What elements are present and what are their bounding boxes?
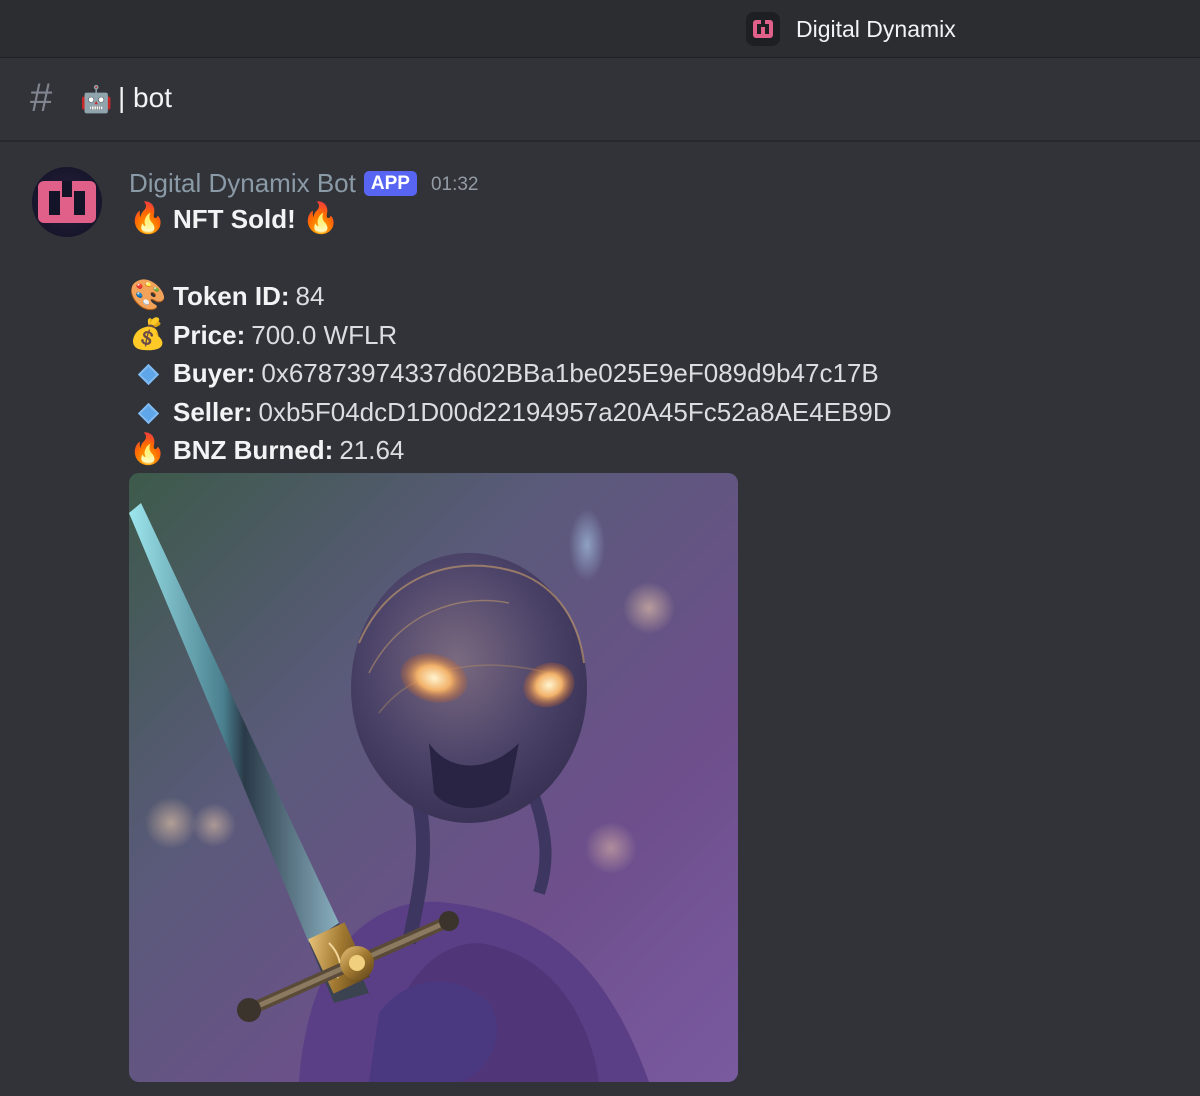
app-badge: APP bbox=[363, 170, 417, 196]
robot-emoji-icon: 🤖 bbox=[80, 84, 113, 114]
field-value: 21.64 bbox=[339, 435, 405, 465]
field-value: 84 bbox=[295, 281, 325, 311]
headline: 🔥 NFT Sold! 🔥 bbox=[129, 200, 1169, 239]
nft-image[interactable] bbox=[129, 473, 738, 1082]
server-header[interactable]: Digital Dynamix bbox=[746, 12, 956, 46]
field-token-id: 🎨 Token ID: 84 bbox=[129, 277, 1169, 316]
fire-icon: 🔥 bbox=[129, 433, 167, 466]
channel-hash-icon: # bbox=[30, 76, 53, 120]
chat-message: Digital Dynamix Bot APP 01:32 🔥 NFT Sold… bbox=[0, 142, 1200, 1096]
channel-header: # 🤖 | bot bbox=[0, 58, 1200, 142]
server-name: Digital Dynamix bbox=[796, 15, 956, 42]
blue-diamond-icon bbox=[129, 354, 167, 393]
field-label: Price: bbox=[173, 319, 246, 350]
field-label: Seller: bbox=[173, 396, 253, 427]
money-bag-icon: 💰 bbox=[129, 317, 167, 351]
message-timestamp[interactable]: 01:32 bbox=[431, 174, 479, 196]
fire-icon: 🔥 bbox=[129, 202, 167, 235]
field-label: Buyer: bbox=[173, 358, 256, 388]
author-name[interactable]: Digital Dynamix Bot bbox=[129, 168, 356, 199]
fire-icon: 🔥 bbox=[302, 202, 340, 235]
message-content: 🔥 NFT Sold! 🔥 🎨 Token ID: 84 💰 Price: 70… bbox=[129, 200, 1169, 470]
field-label: BNZ Burned: bbox=[173, 435, 334, 465]
headline-text: NFT Sold! bbox=[173, 204, 296, 234]
field-value: 0x67873974337d602BBa1be025E9eF089d9b47c1… bbox=[261, 358, 879, 388]
field-value: 0xb5F04dcD1D00d22194957a20A45Fc52a8AE4EB… bbox=[258, 396, 892, 427]
field-label: Token ID: bbox=[173, 281, 290, 311]
field-bnz-burned: 🔥 BNZ Burned: 21.64 bbox=[129, 431, 1169, 470]
blue-diamond-icon bbox=[129, 393, 167, 432]
channel-name: | bot bbox=[118, 82, 172, 113]
field-price: 💰 Price: 700.0 WFLR bbox=[129, 316, 1169, 355]
window-titlebar: Digital Dynamix bbox=[0, 0, 1200, 58]
message-header: Digital Dynamix Bot APP 01:32 bbox=[129, 168, 478, 198]
field-buyer: Buyer: 0x67873974337d602BBa1be025E9eF089… bbox=[129, 354, 1169, 393]
field-seller: Seller: 0xb5F04dcD1D00d22194957a20A45Fc5… bbox=[129, 393, 1169, 432]
field-value: 700.0 WFLR bbox=[251, 319, 398, 350]
palette-icon: 🎨 bbox=[129, 279, 167, 312]
server-logo-icon bbox=[746, 12, 780, 46]
avatar[interactable] bbox=[32, 167, 102, 237]
